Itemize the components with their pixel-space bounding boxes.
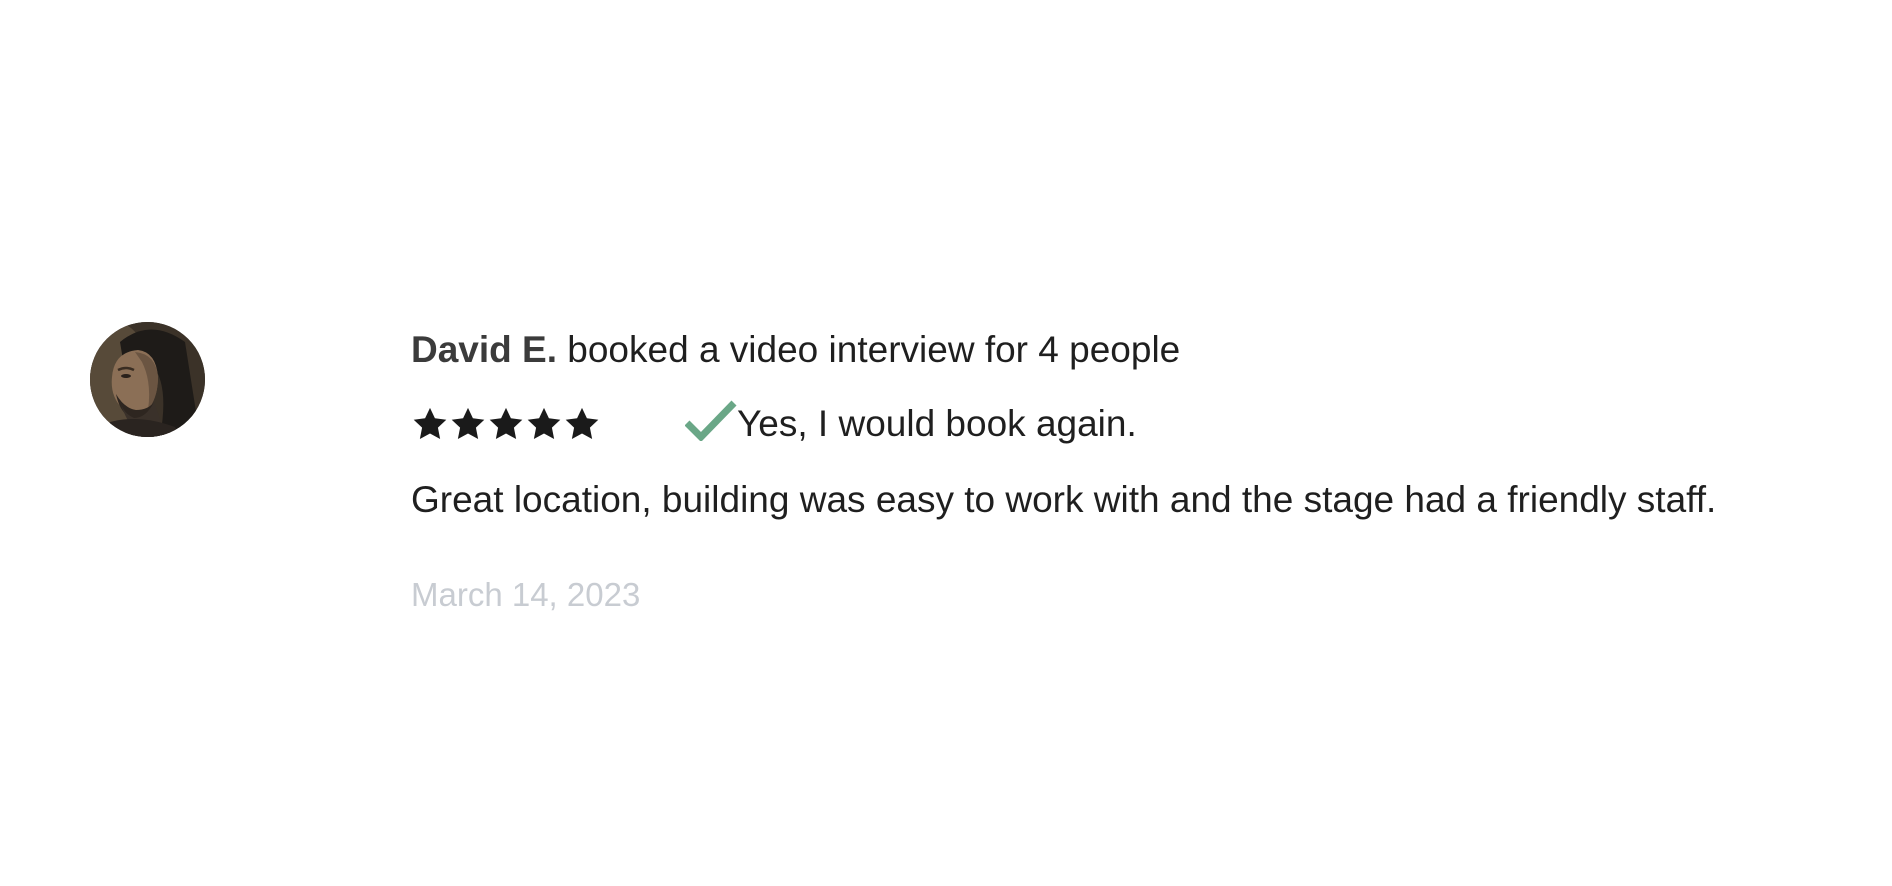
review-headline: David E. booked a video interview for 4 … xyxy=(411,322,1851,378)
star-rating xyxy=(411,405,601,443)
star-icon xyxy=(413,407,447,440)
booking-summary: booked a video interview for 4 people xyxy=(567,329,1181,370)
star-icon xyxy=(489,407,523,440)
star-icon xyxy=(527,407,561,440)
would-book-again: Yes, I would book again. xyxy=(685,396,1137,452)
avatar-photo-icon xyxy=(90,322,205,437)
reviewer-avatar xyxy=(90,322,205,437)
review-card: David E. booked a video interview for 4 … xyxy=(0,0,1892,886)
review-date: March 14, 2023 xyxy=(411,576,641,613)
rating-row: Yes, I would book again. xyxy=(411,396,1851,452)
review-body: Great location, building was easy to wor… xyxy=(411,479,1717,520)
star-icon xyxy=(451,407,485,440)
would-book-again-label: Yes, I would book again. xyxy=(737,403,1137,444)
reviewer-name: David E. xyxy=(411,329,557,370)
review-content: David E. booked a video interview for 4 … xyxy=(411,322,1851,620)
star-icon xyxy=(565,407,599,440)
checkmark-icon xyxy=(685,400,737,441)
